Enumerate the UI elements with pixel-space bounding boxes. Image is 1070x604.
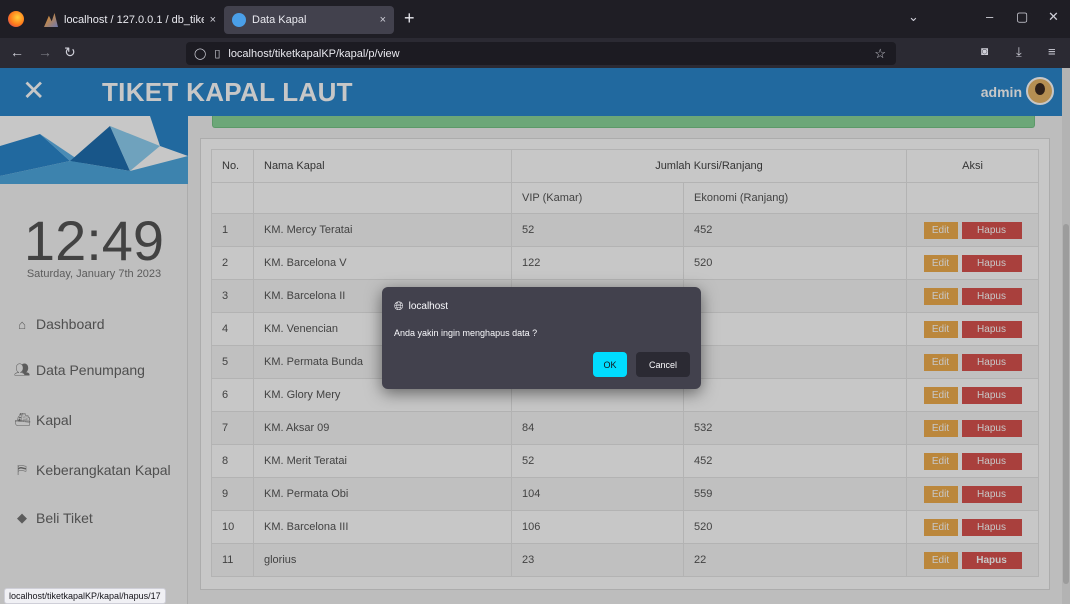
confirm-dialog: 🌐︎ localhost Anda yakin ingin menghapus … <box>382 287 701 389</box>
menu-icon[interactable]: ≡ <box>1048 44 1056 59</box>
dialog-message: Anda yakin ingin menghapus data ? <box>394 328 538 338</box>
firefox-logo-icon <box>8 11 24 27</box>
downloads-icon[interactable]: ⤓ <box>1016 44 1022 60</box>
phpmyadmin-favicon-icon <box>44 13 58 27</box>
tab-title: Data Kapal <box>252 14 307 26</box>
maximize-icon[interactable]: ▢ <box>1016 9 1028 25</box>
new-tab-button[interactable]: + <box>404 9 415 27</box>
window-close-icon[interactable]: ✕ <box>1048 9 1059 25</box>
ok-button[interactable]: OK <box>593 352 627 377</box>
site-favicon-icon <box>232 13 246 27</box>
minimize-icon[interactable]: – <box>986 9 993 24</box>
shield-icon: ◯ <box>194 48 207 60</box>
bookmark-star-icon[interactable]: ☆ <box>874 46 886 62</box>
address-bar[interactable]: ◯ ▯ localhost/tiketkapalKP/kapal/p/view … <box>186 42 896 65</box>
back-arrow-icon[interactable]: ← <box>10 44 24 60</box>
browser-tab-bar: localhost / 127.0.0.1 / db_tiketk × Data… <box>0 0 1070 38</box>
status-bar-link: localhost/tiketkapalKP/kapal/hapus/17 <box>4 588 166 604</box>
browser-nav-bar: ← → ↻ ◯ ▯ localhost/tiketkapalKP/kapal/p… <box>0 38 1070 68</box>
reload-icon[interactable]: ↻ <box>64 44 76 61</box>
pocket-icon[interactable]: ◙ <box>981 44 988 58</box>
cancel-button[interactable]: Cancel <box>636 352 690 377</box>
dialog-origin: 🌐︎ localhost <box>394 299 448 314</box>
page-icon: ▯ <box>214 48 221 60</box>
url-text: localhost/tiketkapalKP/kapal/p/view <box>228 47 400 60</box>
tab-close-icon[interactable]: × <box>380 14 386 26</box>
dialog-origin-text: localhost <box>408 301 449 312</box>
tab-title: localhost / 127.0.0.1 / db_tiketk <box>64 14 204 26</box>
forward-arrow-icon[interactable]: → <box>38 44 52 60</box>
tab-close-icon[interactable]: × <box>210 14 216 26</box>
globe-icon: 🌐︎ <box>394 299 404 313</box>
tab-list-chevron-icon[interactable]: ⌄ <box>908 9 919 25</box>
tab-phpmyadmin[interactable]: localhost / 127.0.0.1 / db_tiketk × <box>36 6 224 34</box>
tab-data-kapal[interactable]: Data Kapal × <box>224 6 394 34</box>
